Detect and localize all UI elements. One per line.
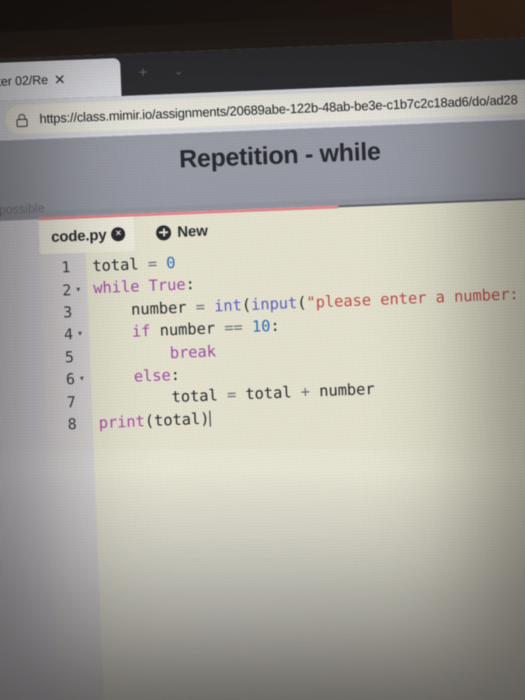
code-token: total xyxy=(153,409,201,430)
gutter-row: 1▾ xyxy=(40,256,87,280)
code-token: number xyxy=(318,380,375,401)
code-token: number xyxy=(130,298,187,319)
text-cursor xyxy=(209,410,212,427)
file-tab-label: code.py xyxy=(50,226,107,246)
screen-content: hapter 02/Re ✕ + ⌄ https://class.mimir.i… xyxy=(0,35,525,700)
code-token: : xyxy=(185,275,196,294)
new-tab-icon[interactable]: + xyxy=(138,64,147,81)
file-tab-code-py[interactable]: code.py × xyxy=(38,216,136,255)
code-token: 10 xyxy=(251,317,271,337)
address-bar-url: https://class.mimir.io/assignments/20689… xyxy=(39,92,518,127)
code-token: == xyxy=(223,318,244,338)
gutter-row: 6 ▾ xyxy=(44,367,91,391)
line-number: 6 xyxy=(65,370,76,389)
points-possible-label: points possible xyxy=(0,201,45,218)
new-file-label: New xyxy=(177,222,208,241)
code-token: break xyxy=(169,341,217,362)
new-file-button[interactable]: New xyxy=(156,222,208,241)
line-number: 2 xyxy=(61,280,72,300)
browser-tab-title: hapter 02/Re xyxy=(0,72,49,90)
file-tab-close-icon[interactable]: × xyxy=(111,226,126,242)
code-token: total xyxy=(245,383,292,404)
gutter-row: 2 ▾ xyxy=(41,278,88,302)
line-number: 1 xyxy=(61,258,71,277)
page-title: Repetition - while xyxy=(178,137,382,174)
gutter-row: 5▾ xyxy=(44,345,91,369)
gutter-row: 3▾ xyxy=(42,300,89,324)
monitor-photo: hapter 02/Re ✕ + ⌄ https://class.mimir.i… xyxy=(0,0,525,700)
code-token: number xyxy=(159,319,216,340)
code-token: : xyxy=(170,365,181,385)
code-token: else xyxy=(133,366,172,386)
code-token: input xyxy=(250,293,298,314)
lock-icon xyxy=(16,113,28,127)
gutter-row: 8▾ xyxy=(46,412,93,436)
line-number: 4 xyxy=(63,325,74,344)
line-number: 7 xyxy=(66,392,77,411)
code-token: : xyxy=(270,316,280,336)
plus-circle-icon xyxy=(156,224,172,241)
chevron-down-icon[interactable]: ⌄ xyxy=(173,63,184,77)
code-editor: code.py × New 1▾2▾3▾4▾5▾6▾7▾8▾ total = 0… xyxy=(38,195,525,700)
line-number: 3 xyxy=(62,303,73,322)
code-token: while xyxy=(92,277,140,298)
line-number: 8 xyxy=(67,414,78,434)
browser-tab-active[interactable]: hapter 02/Re ✕ xyxy=(0,57,122,102)
close-icon[interactable]: ✕ xyxy=(54,71,66,87)
gutter-row: 4 ▾ xyxy=(43,323,90,347)
code-token: int xyxy=(213,296,243,316)
code-token: total xyxy=(92,255,139,276)
fold-triangle-icon[interactable]: ▾ xyxy=(78,374,86,383)
fold-triangle-icon[interactable]: ▾ xyxy=(74,284,82,293)
code-token: 0 xyxy=(165,253,176,273)
code-token: total xyxy=(171,386,219,407)
code-area: 1▾2▾3▾4▾5▾6▾7▾8▾ total = 0while True: nu… xyxy=(39,232,525,700)
fold-triangle-icon[interactable]: ▾ xyxy=(76,329,84,338)
code-text-area[interactable]: total = 0 while True: number = int(input(… xyxy=(86,233,525,700)
gutter-row: 7▾ xyxy=(45,390,92,414)
code-token: True xyxy=(148,275,186,296)
web-page: Repetition - while points possible code.… xyxy=(0,117,525,700)
code-token: print xyxy=(98,412,146,432)
line-number: 5 xyxy=(64,347,75,367)
code-token: if xyxy=(131,322,151,341)
